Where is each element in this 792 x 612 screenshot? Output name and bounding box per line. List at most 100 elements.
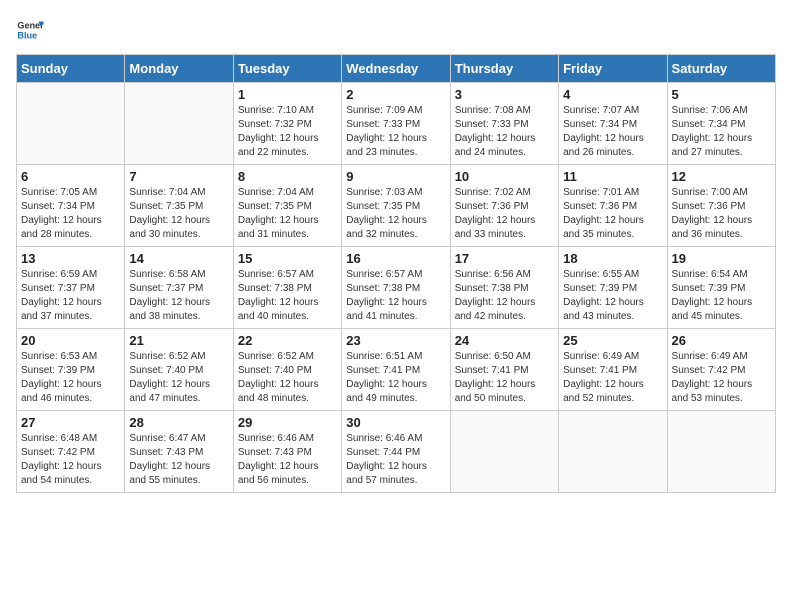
day-number: 12 — [672, 169, 771, 184]
day-number: 13 — [21, 251, 120, 266]
header-wednesday: Wednesday — [342, 55, 450, 83]
day-info: Sunrise: 6:59 AMSunset: 7:37 PMDaylight:… — [21, 268, 120, 324]
header-thursday: Thursday — [450, 55, 558, 83]
day-info: Sunrise: 6:47 AMSunset: 7:43 PMDaylight:… — [129, 432, 228, 488]
calendar-cell: 17 Sunrise: 6:56 AMSunset: 7:38 PMDayligh… — [450, 247, 558, 329]
day-info: Sunrise: 6:49 AMSunset: 7:42 PMDaylight:… — [672, 350, 771, 406]
day-number: 29 — [238, 415, 337, 430]
header-friday: Friday — [559, 55, 667, 83]
day-info: Sunrise: 7:09 AMSunset: 7:33 PMDaylight:… — [346, 104, 445, 160]
day-info: Sunrise: 7:04 AMSunset: 7:35 PMDaylight:… — [129, 186, 228, 242]
day-number: 28 — [129, 415, 228, 430]
day-info: Sunrise: 6:51 AMSunset: 7:41 PMDaylight:… — [346, 350, 445, 406]
day-info: Sunrise: 6:56 AMSunset: 7:38 PMDaylight:… — [455, 268, 554, 324]
day-info: Sunrise: 6:54 AMSunset: 7:39 PMDaylight:… — [672, 268, 771, 324]
calendar-cell: 14 Sunrise: 6:58 AMSunset: 7:37 PMDayligh… — [125, 247, 233, 329]
day-number: 18 — [563, 251, 662, 266]
day-number: 8 — [238, 169, 337, 184]
day-info: Sunrise: 7:06 AMSunset: 7:34 PMDaylight:… — [672, 104, 771, 160]
header-monday: Monday — [125, 55, 233, 83]
calendar-cell: 21 Sunrise: 6:52 AMSunset: 7:40 PMDayligh… — [125, 329, 233, 411]
calendar-cell: 27Sunrise: 6:48 AMSunset: 7:42 PMDayligh… — [17, 411, 125, 493]
day-info: Sunrise: 7:05 AMSunset: 7:34 PMDaylight:… — [21, 186, 120, 242]
calendar-cell: 18 Sunrise: 6:55 AMSunset: 7:39 PMDayligh… — [559, 247, 667, 329]
day-info: Sunrise: 6:52 AMSunset: 7:40 PMDaylight:… — [129, 350, 228, 406]
calendar-cell: 12 Sunrise: 7:00 AMSunset: 7:36 PMDayligh… — [667, 165, 775, 247]
day-number: 17 — [455, 251, 554, 266]
calendar-cell: 11Sunrise: 7:01 AMSunset: 7:36 PMDayligh… — [559, 165, 667, 247]
day-number: 6 — [21, 169, 120, 184]
day-number: 26 — [672, 333, 771, 348]
day-info: Sunrise: 6:49 AMSunset: 7:41 PMDaylight:… — [563, 350, 662, 406]
calendar-cell: 7 Sunrise: 7:04 AMSunset: 7:35 PMDaylight… — [125, 165, 233, 247]
day-number: 25 — [563, 333, 662, 348]
day-info: Sunrise: 6:53 AMSunset: 7:39 PMDaylight:… — [21, 350, 120, 406]
calendar-cell: 10Sunrise: 7:02 AMSunset: 7:36 PMDayligh… — [450, 165, 558, 247]
header-tuesday: Tuesday — [233, 55, 341, 83]
day-info: Sunrise: 7:08 AMSunset: 7:33 PMDaylight:… — [455, 104, 554, 160]
calendar-cell: 28 Sunrise: 6:47 AMSunset: 7:43 PMDayligh… — [125, 411, 233, 493]
day-number: 30 — [346, 415, 445, 430]
calendar-cell: 26 Sunrise: 6:49 AMSunset: 7:42 PMDayligh… — [667, 329, 775, 411]
calendar-cell: 5 Sunrise: 7:06 AMSunset: 7:34 PMDaylight… — [667, 83, 775, 165]
calendar-cell: 2 Sunrise: 7:09 AMSunset: 7:33 PMDaylight… — [342, 83, 450, 165]
calendar-cell — [125, 83, 233, 165]
calendar-cell: 4 Sunrise: 7:07 AMSunset: 7:34 PMDaylight… — [559, 83, 667, 165]
calendar-cell: 30 Sunrise: 6:46 AMSunset: 7:44 PMDayligh… — [342, 411, 450, 493]
calendar-cell: 24Sunrise: 6:50 AMSunset: 7:41 PMDayligh… — [450, 329, 558, 411]
calendar-cell — [667, 411, 775, 493]
day-number: 21 — [129, 333, 228, 348]
calendar-cell: 19 Sunrise: 6:54 AMSunset: 7:39 PMDayligh… — [667, 247, 775, 329]
day-info: Sunrise: 7:03 AMSunset: 7:35 PMDaylight:… — [346, 186, 445, 242]
calendar-cell: 13 Sunrise: 6:59 AMSunset: 7:37 PMDayligh… — [17, 247, 125, 329]
day-info: Sunrise: 7:00 AMSunset: 7:36 PMDaylight:… — [672, 186, 771, 242]
calendar-cell — [450, 411, 558, 493]
header-sunday: Sunday — [17, 55, 125, 83]
day-number: 7 — [129, 169, 228, 184]
day-number: 5 — [672, 87, 771, 102]
day-number: 1 — [238, 87, 337, 102]
day-info: Sunrise: 6:46 AMSunset: 7:44 PMDaylight:… — [346, 432, 445, 488]
day-number: 23 — [346, 333, 445, 348]
calendar-cell: 25 Sunrise: 6:49 AMSunset: 7:41 PMDayligh… — [559, 329, 667, 411]
calendar-header-row: SundayMondayTuesdayWednesdayThursdayFrid… — [17, 55, 776, 83]
calendar-cell: 29 Sunrise: 6:46 AMSunset: 7:43 PMDayligh… — [233, 411, 341, 493]
day-number: 16 — [346, 251, 445, 266]
calendar-cell: 20Sunrise: 6:53 AMSunset: 7:39 PMDayligh… — [17, 329, 125, 411]
calendar-week-4: 20Sunrise: 6:53 AMSunset: 7:39 PMDayligh… — [17, 329, 776, 411]
day-number: 22 — [238, 333, 337, 348]
calendar-week-3: 13 Sunrise: 6:59 AMSunset: 7:37 PMDayligh… — [17, 247, 776, 329]
day-number: 9 — [346, 169, 445, 184]
header-saturday: Saturday — [667, 55, 775, 83]
calendar-cell: 15 Sunrise: 6:57 AMSunset: 7:38 PMDayligh… — [233, 247, 341, 329]
day-number: 19 — [672, 251, 771, 266]
calendar-cell: 3 Sunrise: 7:08 AMSunset: 7:33 PMDaylight… — [450, 83, 558, 165]
day-info: Sunrise: 6:57 AMSunset: 7:38 PMDaylight:… — [346, 268, 445, 324]
day-info: Sunrise: 6:46 AMSunset: 7:43 PMDaylight:… — [238, 432, 337, 488]
day-info: Sunrise: 7:04 AMSunset: 7:35 PMDaylight:… — [238, 186, 337, 242]
day-number: 4 — [563, 87, 662, 102]
calendar-cell: 1Sunrise: 7:10 AMSunset: 7:32 PMDaylight… — [233, 83, 341, 165]
day-number: 11 — [563, 169, 662, 184]
day-number: 15 — [238, 251, 337, 266]
logo-icon: General Blue — [16, 16, 44, 44]
logo: General Blue — [16, 16, 44, 44]
day-number: 2 — [346, 87, 445, 102]
day-info: Sunrise: 6:52 AMSunset: 7:40 PMDaylight:… — [238, 350, 337, 406]
day-number: 24 — [455, 333, 554, 348]
page-header: General Blue — [16, 16, 776, 44]
calendar-table: SundayMondayTuesdayWednesdayThursdayFrid… — [16, 54, 776, 493]
day-info: Sunrise: 6:48 AMSunset: 7:42 PMDaylight:… — [21, 432, 120, 488]
calendar-cell: 8 Sunrise: 7:04 AMSunset: 7:35 PMDaylight… — [233, 165, 341, 247]
day-info: Sunrise: 6:57 AMSunset: 7:38 PMDaylight:… — [238, 268, 337, 324]
day-info: Sunrise: 6:55 AMSunset: 7:39 PMDaylight:… — [563, 268, 662, 324]
calendar-week-1: 1Sunrise: 7:10 AMSunset: 7:32 PMDaylight… — [17, 83, 776, 165]
day-info: Sunrise: 7:07 AMSunset: 7:34 PMDaylight:… — [563, 104, 662, 160]
day-number: 3 — [455, 87, 554, 102]
calendar-cell — [559, 411, 667, 493]
calendar-cell: 22 Sunrise: 6:52 AMSunset: 7:40 PMDayligh… — [233, 329, 341, 411]
day-number: 14 — [129, 251, 228, 266]
calendar-cell: 23 Sunrise: 6:51 AMSunset: 7:41 PMDayligh… — [342, 329, 450, 411]
day-info: Sunrise: 6:58 AMSunset: 7:37 PMDaylight:… — [129, 268, 228, 324]
calendar-cell: 6 Sunrise: 7:05 AMSunset: 7:34 PMDaylight… — [17, 165, 125, 247]
